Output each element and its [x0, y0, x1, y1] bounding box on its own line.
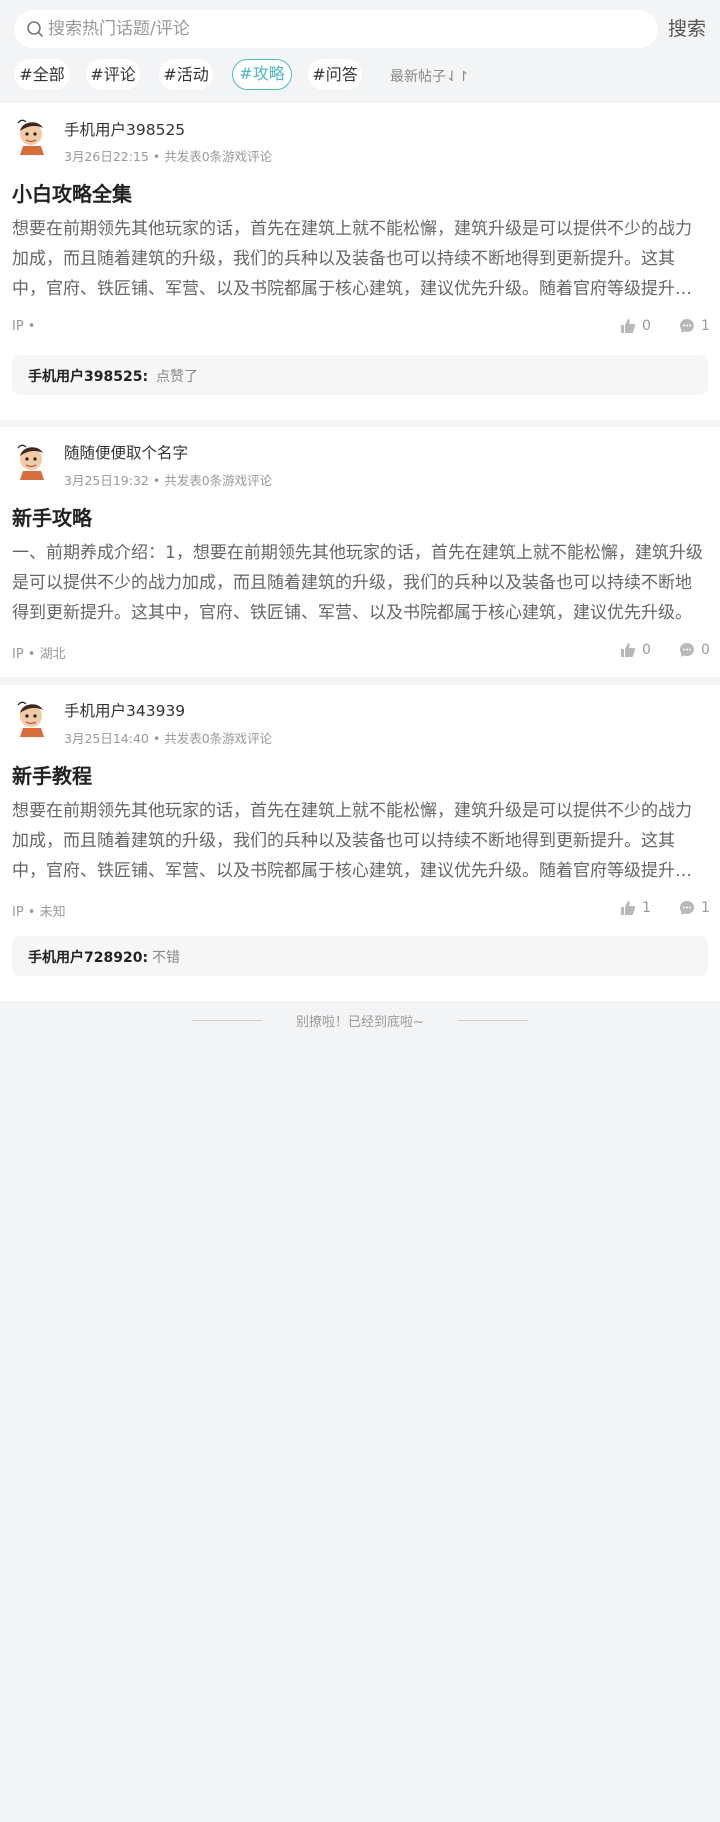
author-name[interactable]: 随随便便取个名字 — [64, 441, 188, 463]
post-card[interactable]: 手机用户398525 3月26日22:15 • 共发表0条游戏评论 小白攻略全集… — [0, 103, 720, 420]
tag-guides[interactable]: #攻略 — [232, 59, 292, 90]
comment-author: 手机用户398525: — [28, 369, 149, 385]
like-count: 0 — [642, 642, 651, 658]
post-body[interactable]: 想要在前期领先其他玩家的话，首先在建筑上就不能松懈，建筑升级是可以提供不少的战力… — [12, 796, 708, 886]
post-card[interactable]: 手机用户343939 3月25日14:40 • 共发表0条游戏评论 新手教程 想… — [0, 685, 720, 1001]
comment-text: 不错 — [152, 950, 180, 966]
comment-preview[interactable]: 手机用户398525: 点赞了 — [12, 355, 708, 395]
ip-location: IP • — [12, 319, 36, 334]
post-meta: 3月25日14:40 • 共发表0条游戏评论 — [64, 731, 273, 746]
post-title[interactable]: 小白攻略全集 — [12, 178, 132, 207]
header: 搜索 #全部 #评论 #活动 #攻略 #问答 最新帖子⇃↾ — [0, 0, 720, 103]
end-of-list-text: 别撩啦！已经到底啦~ — [296, 1015, 424, 1030]
tag-reviews[interactable]: #评论 — [86, 59, 140, 90]
comment-preview[interactable]: 手机用户728920: 不错 — [12, 936, 708, 976]
post-title[interactable]: 新手攻略 — [12, 502, 92, 531]
divider-right — [458, 1020, 528, 1021]
comment-count: 1 — [701, 900, 710, 916]
search-icon — [27, 21, 43, 37]
post-meta: 3月26日22:15 • 共发表0条游戏评论 — [64, 149, 273, 164]
search-bar[interactable] — [14, 10, 658, 48]
ip-location: IP • 未知 — [12, 905, 66, 920]
thumbs-up-icon — [621, 643, 636, 657]
tag-all[interactable]: #全部 — [14, 59, 70, 90]
avatar — [17, 701, 44, 737]
comment-button[interactable]: 0 — [679, 642, 710, 658]
comment-count: 1 — [701, 318, 710, 334]
comment-icon — [680, 319, 694, 333]
like-button[interactable]: 0 — [620, 318, 651, 334]
comment-count: 0 — [701, 642, 710, 658]
thumbs-up-icon — [621, 901, 636, 915]
comment-button[interactable]: 1 — [679, 900, 710, 916]
comment-button[interactable]: 1 — [679, 318, 710, 334]
post-card[interactable]: 随随便便取个名字 3月25日19:32 • 共发表0条游戏评论 新手攻略 一、前… — [0, 427, 720, 677]
tag-events[interactable]: #活动 — [159, 59, 213, 90]
comment-icon — [680, 901, 694, 915]
comment-text: 点赞了 — [156, 369, 198, 385]
post-body[interactable]: 想要在前期领先其他玩家的话，首先在建筑上就不能松懈，建筑升级是可以提供不少的战力… — [12, 214, 708, 304]
search-input[interactable] — [48, 10, 648, 48]
avatar — [17, 444, 44, 480]
like-button[interactable]: 1 — [620, 900, 651, 916]
post-body[interactable]: 一、前期养成介绍：1，想要在前期领先其他玩家的话，首先在建筑上就不能松懈，建筑升… — [12, 538, 708, 628]
tag-qa[interactable]: #问答 — [308, 59, 362, 90]
search-button[interactable]: 搜索 — [668, 14, 706, 41]
ip-location: IP • 湖北 — [12, 647, 66, 662]
author-name[interactable]: 手机用户343939 — [64, 699, 185, 721]
post-title[interactable]: 新手教程 — [12, 760, 92, 789]
like-button[interactable]: 0 — [620, 642, 651, 658]
like-count: 1 — [642, 900, 651, 916]
author-name[interactable]: 手机用户398525 — [64, 118, 185, 140]
avatar — [17, 119, 44, 155]
sort-dropdown[interactable]: 最新帖子⇃↾ — [390, 66, 469, 86]
like-count: 0 — [642, 318, 651, 334]
thumbs-up-icon — [621, 319, 636, 333]
comment-icon — [680, 643, 694, 657]
post-meta: 3月25日19:32 • 共发表0条游戏评论 — [64, 473, 273, 488]
comment-author: 手机用户728920: — [28, 950, 149, 966]
